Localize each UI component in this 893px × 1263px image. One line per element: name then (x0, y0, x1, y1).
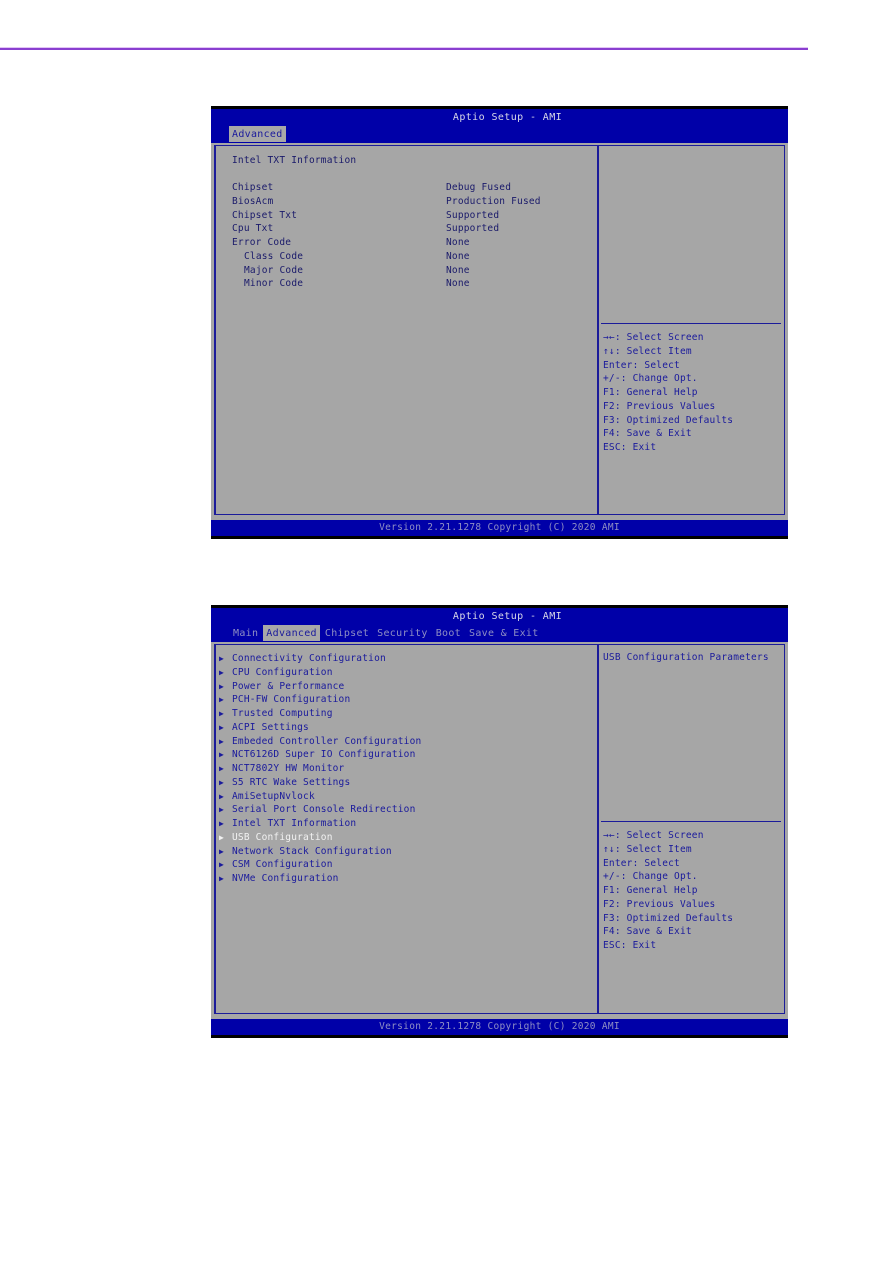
bios-title: Aptio Setup - AMI (452, 611, 563, 622)
info-row-cpu-txt: Cpu Txt Supported (232, 223, 500, 235)
info-heading: Intel TXT Information (232, 155, 357, 166)
submenu-arrow-icon: ▶ (219, 736, 225, 746)
key-help-f4: F4: Save & Exit (603, 926, 692, 938)
key-help-f3: F3: Optimized Defaults (603, 912, 734, 924)
tab-security[interactable]: Security (374, 625, 431, 641)
menu-item-super-io-configuration[interactable]: ▶ NCT6126D Super IO Configuration (219, 748, 592, 762)
menu-item-hw-monitor[interactable]: ▶ NCT7802Y HW Monitor (219, 762, 592, 776)
info-row-chipset-txt: Chipset Txt Supported (232, 209, 500, 221)
submenu-arrow-icon: ▶ (219, 846, 225, 856)
info-row-major-code: Major Code None (244, 264, 470, 276)
key-help-f1: F1: General Help (603, 885, 698, 896)
pane-divider (597, 645, 599, 1013)
advanced-menu-list: ▶ Connectivity Configuration ▶ CPU Configu… (219, 652, 592, 886)
menu-item-intel-txt-information[interactable]: ▶ Intel TXT Information (219, 817, 592, 831)
submenu-arrow-icon: ▶ (219, 667, 225, 677)
tab-main[interactable]: Main (230, 625, 261, 641)
key-help-enter: Enter: Select (603, 359, 680, 371)
info-row-minor-code: Minor Code None (244, 278, 470, 290)
submenu-arrow-icon: ▶ (219, 777, 225, 787)
tab-advanced[interactable]: Advanced (229, 126, 286, 142)
help-separator (601, 821, 781, 822)
bios-body: ▶ Connectivity Configuration ▶ CPU Configu… (211, 642, 788, 1019)
info-pane: Intel TXT Information Chipset Debug Fuse… (232, 154, 592, 291)
key-help-f1: F1: General Help (603, 387, 698, 398)
bios-body: Intel TXT Information Chipset Debug Fuse… (211, 143, 788, 520)
key-help-pane: →←: Select Screen ↑↓: Select Item Enter:… (603, 331, 783, 455)
bios-header: Aptio Setup - AMI Advanced (211, 109, 788, 143)
submenu-arrow-icon: ▶ (219, 791, 225, 801)
menu-item-acpi-settings[interactable]: ▶ ACPI Settings (219, 721, 592, 735)
bios-title: Aptio Setup - AMI (452, 112, 563, 123)
submenu-arrow-icon: ▶ (219, 709, 225, 718)
submenu-arrow-icon: ▶ (219, 764, 225, 773)
key-help-change-opt: +/-: Change Opt. (603, 871, 698, 883)
submenu-arrow-icon: ▶ (219, 750, 225, 760)
submenu-arrow-icon: ▶ (219, 654, 225, 663)
submenu-arrow-icon: ▶ (219, 805, 225, 815)
bios-frame: Intel TXT Information Chipset Debug Fuse… (214, 145, 785, 515)
help-separator (601, 323, 781, 324)
submenu-arrow-icon: ▶ (219, 681, 225, 691)
key-help-select-screen: →←: Select Screen (603, 830, 704, 841)
tab-advanced[interactable]: Advanced (263, 625, 320, 641)
menu-item-embeded-controller-configuration[interactable]: ▶ Embeded Controller Configuration (219, 735, 592, 749)
info-row-chipset: Chipset Debug Fused (232, 182, 512, 194)
info-row-class-code: Class Code None (244, 250, 470, 262)
key-help-f2: F2: Previous Values (603, 898, 716, 910)
tab-save-exit[interactable]: Save & Exit (466, 625, 542, 641)
info-row-error-code: Error Code None (232, 237, 470, 249)
key-help-esc: ESC: Exit (603, 940, 657, 951)
submenu-arrow-icon: ▶ (219, 819, 225, 828)
bios-frame: ▶ Connectivity Configuration ▶ CPU Configu… (214, 644, 785, 1014)
bios-tab-bar: Advanced (229, 126, 288, 142)
submenu-arrow-icon: ▶ (219, 722, 225, 732)
bios-footer: Version 2.21.1278 Copyright (C) 2020 AMI (211, 1019, 788, 1035)
bios-header: Aptio Setup - AMI Main Advanced Chipset … (211, 608, 788, 642)
key-help-f3: F3: Optimized Defaults (603, 414, 734, 426)
menu-item-pch-fw-configuration[interactable]: ▶ PCH-FW Configuration (219, 693, 592, 707)
key-help-change-opt: +/-: Change Opt. (603, 373, 698, 385)
bios-screen-txt-information: Aptio Setup - AMI Advanced Intel TXT Inf… (211, 106, 788, 539)
menu-item-s5-rtc-wake-settings[interactable]: ▶ S5 RTC Wake Settings (219, 776, 592, 790)
menu-item-cpu-configuration[interactable]: ▶ CPU Configuration (219, 666, 592, 680)
menu-item-network-stack-configuration[interactable]: ▶ Network Stack Configuration (219, 845, 592, 859)
pane-divider (597, 146, 599, 514)
menu-item-amisetupnvlock[interactable]: ▶ AmiSetupNvlock (219, 790, 592, 804)
tab-chipset[interactable]: Chipset (322, 625, 372, 641)
menu-item-connectivity-configuration[interactable]: ▶ Connectivity Configuration (219, 652, 592, 666)
key-help-f4: F4: Save & Exit (603, 428, 692, 440)
key-help-select-item: ↑↓: Select Item (603, 345, 692, 357)
menu-item-serial-port-console-redirection[interactable]: ▶ Serial Port Console Redirection (219, 803, 592, 817)
menu-item-power-performance[interactable]: ▶ Power & Performance (219, 680, 592, 694)
menu-item-trusted-computing[interactable]: ▶ Trusted Computing (219, 707, 592, 721)
item-help-description: USB Configuration Parameters (603, 652, 769, 663)
bios-tab-bar: Main Advanced Chipset Security Boot Save… (230, 625, 544, 641)
item-help-pane: USB Configuration Parameters (603, 652, 783, 663)
key-help-select-item: ↑↓: Select Item (603, 843, 692, 855)
key-help-f2: F2: Previous Values (603, 400, 716, 412)
page-header-rule (0, 48, 808, 50)
bios-screen-advanced-menu: Aptio Setup - AMI Main Advanced Chipset … (211, 605, 788, 1038)
submenu-arrow-icon: ▶ (219, 860, 225, 870)
submenu-arrow-icon: ▶ (219, 695, 225, 705)
menu-item-csm-configuration[interactable]: ▶ CSM Configuration (219, 858, 592, 872)
info-row-biosacm: BiosAcm Production Fused (232, 196, 541, 208)
submenu-arrow-icon: ▶ (219, 874, 225, 883)
submenu-arrow-icon: ▶ (219, 832, 225, 842)
key-help-select-screen: →←: Select Screen (603, 332, 704, 343)
key-help-pane: →←: Select Screen ↑↓: Select Item Enter:… (603, 829, 783, 953)
menu-item-usb-configuration[interactable]: ▶ USB Configuration (219, 831, 592, 845)
key-help-enter: Enter: Select (603, 857, 680, 869)
key-help-esc: ESC: Exit (603, 442, 657, 453)
menu-item-nvme-configuration[interactable]: ▶ NVMe Configuration (219, 872, 592, 886)
bios-footer: Version 2.21.1278 Copyright (C) 2020 AMI (211, 520, 788, 536)
tab-boot[interactable]: Boot (433, 625, 464, 641)
